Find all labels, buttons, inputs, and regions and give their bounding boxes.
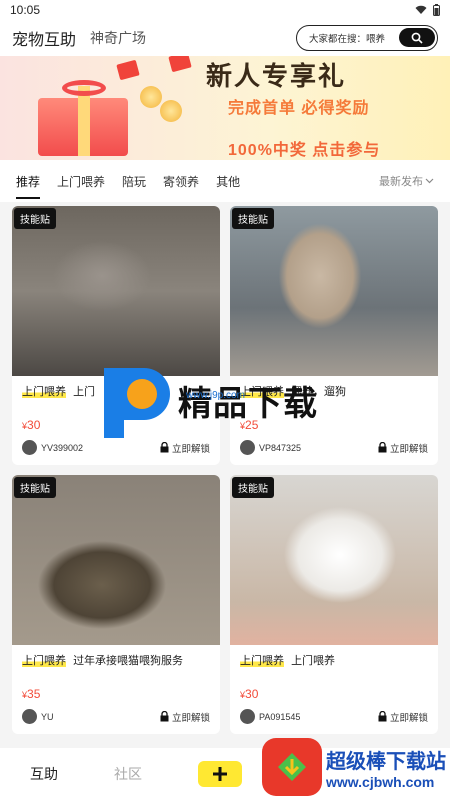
coin-decoration — [160, 100, 182, 122]
price: ¥30 — [240, 687, 259, 701]
corner-brand: 超级棒下载站 — [326, 750, 446, 773]
price: ¥30 — [22, 418, 41, 432]
unlock-button[interactable]: 立即解锁 — [160, 441, 210, 455]
watermark-overlay: 精品下载 www.j9p.com — [98, 360, 318, 440]
search-icon — [411, 32, 423, 44]
gift-bow-decoration — [62, 80, 106, 96]
tab-adoption[interactable]: 寄领养 — [163, 173, 199, 190]
card-category: 上门喂养 — [22, 386, 66, 398]
unlock-label: 立即解锁 — [171, 712, 210, 724]
card-footer: PA091545 立即解锁 — [240, 709, 428, 724]
card-footer: YV399002 立即解锁 — [22, 440, 210, 455]
cat-photo: 技能贴 — [230, 475, 438, 645]
username: YV399002 — [41, 442, 84, 453]
sort-label: 最新发布 — [379, 176, 423, 188]
tab-pet-help[interactable]: 宠物互助 — [12, 26, 76, 50]
top-header: 宠物互助 神奇广场 大家都在搜：喂养 — [0, 20, 450, 56]
tab-recommended[interactable]: 推荐 — [16, 173, 41, 199]
gift-ribbon-decoration — [78, 86, 90, 156]
download-logo-icon — [262, 738, 322, 796]
post-card[interactable]: 技能贴 上门喂养 上门喂养 ¥30 PA091545 立即解锁 — [230, 475, 438, 734]
card-title-text: 上门 — [73, 386, 96, 398]
search-placeholder: 大家都在搜：喂养 — [309, 34, 386, 45]
username: YU — [41, 711, 54, 722]
status-bar: 10:05 — [0, 0, 450, 20]
tab-playmate[interactable]: 陪玩 — [122, 173, 146, 190]
card-title: 上门喂养 上门喂养 — [230, 645, 438, 668]
corner-watermark: 超级棒下载站 www.cjbwh.com — [262, 738, 446, 796]
banner-cta[interactable]: 100%中奖 点击参与 — [228, 136, 380, 160]
unlock-label: 立即解锁 — [389, 443, 428, 455]
post-grid: 技能贴 上门喂养 上门 ¥30 YV399002 立即解锁 技能贴 上门喂养 喂… — [12, 206, 438, 734]
status-time: 10:05 — [10, 3, 41, 17]
lock-icon — [160, 442, 169, 453]
battery-icon — [433, 4, 440, 16]
username: VP847325 — [259, 442, 302, 453]
tab-home-feeding[interactable]: 上门喂养 — [57, 173, 105, 190]
skill-tag: 技能贴 — [232, 208, 274, 229]
cat-photo: 技能贴 — [12, 206, 220, 376]
plus-icon — [213, 767, 227, 781]
card-category: 上门喂养 — [240, 655, 284, 667]
sort-dropdown[interactable]: 最新发布 — [379, 173, 434, 189]
card-title: 上门喂养 过年承接喂猫喂狗服务 — [12, 645, 220, 668]
status-icons — [415, 4, 440, 16]
unlock-button[interactable]: 立即解锁 — [378, 441, 428, 455]
card-footer: VP847325 立即解锁 — [240, 440, 428, 455]
card-footer: YU 立即解锁 — [22, 709, 210, 724]
cat-photo: 技能贴 — [12, 475, 220, 645]
card-title-text: 过年承接喂猫喂狗服务 — [73, 655, 184, 667]
cat-photo: 技能贴 — [230, 206, 438, 376]
red-envelope-decoration — [168, 56, 192, 73]
unlock-button[interactable]: 立即解锁 — [378, 710, 428, 724]
nav-home[interactable]: 互助 — [30, 764, 58, 784]
lock-icon — [378, 442, 387, 453]
add-post-button[interactable] — [198, 761, 242, 787]
avatar — [22, 709, 37, 724]
avatar — [240, 440, 255, 455]
skill-tag: 技能贴 — [14, 477, 56, 498]
unlock-button[interactable]: 立即解锁 — [160, 710, 210, 724]
search-button[interactable] — [399, 28, 435, 47]
skill-tag: 技能贴 — [232, 477, 274, 498]
price: ¥35 — [22, 687, 41, 701]
wifi-icon — [415, 5, 427, 14]
red-envelope-decoration — [116, 59, 140, 81]
watermark-url: www.j9p.com — [186, 390, 245, 401]
avatar — [22, 440, 37, 455]
unlock-label: 立即解锁 — [389, 712, 428, 724]
watermark-logo-icon — [98, 360, 172, 440]
tab-other[interactable]: 其他 — [216, 173, 240, 190]
promo-banner[interactable]: 新人专享礼 完成首单 必得奖励 100%中奖 点击参与 — [0, 56, 450, 160]
banner-title: 新人专享礼 — [206, 61, 347, 91]
search-input[interactable]: 大家都在搜：喂养 — [296, 25, 438, 51]
corner-url: www.cjbwh.com — [326, 773, 435, 790]
lock-icon — [160, 711, 169, 722]
banner-subtitle: 完成首单 必得奖励 — [228, 100, 370, 117]
chevron-down-icon — [425, 178, 434, 184]
skill-tag: 技能贴 — [14, 208, 56, 229]
tab-square[interactable]: 神奇广场 — [90, 28, 146, 48]
coin-decoration — [140, 86, 162, 108]
nav-community[interactable]: 社区 — [114, 764, 142, 784]
card-title-text: 上门喂养 — [291, 655, 336, 667]
post-card[interactable]: 技能贴 上门喂养 过年承接喂猫喂狗服务 ¥35 YU 立即解锁 — [12, 475, 220, 734]
avatar — [240, 709, 255, 724]
username: PA091545 — [259, 711, 301, 722]
lock-icon — [378, 711, 387, 722]
category-tabs: 推荐 上门喂养 陪玩 寄领养 其他 最新发布 — [0, 160, 450, 202]
card-category: 上门喂养 — [22, 655, 66, 667]
unlock-label: 立即解锁 — [171, 443, 210, 455]
